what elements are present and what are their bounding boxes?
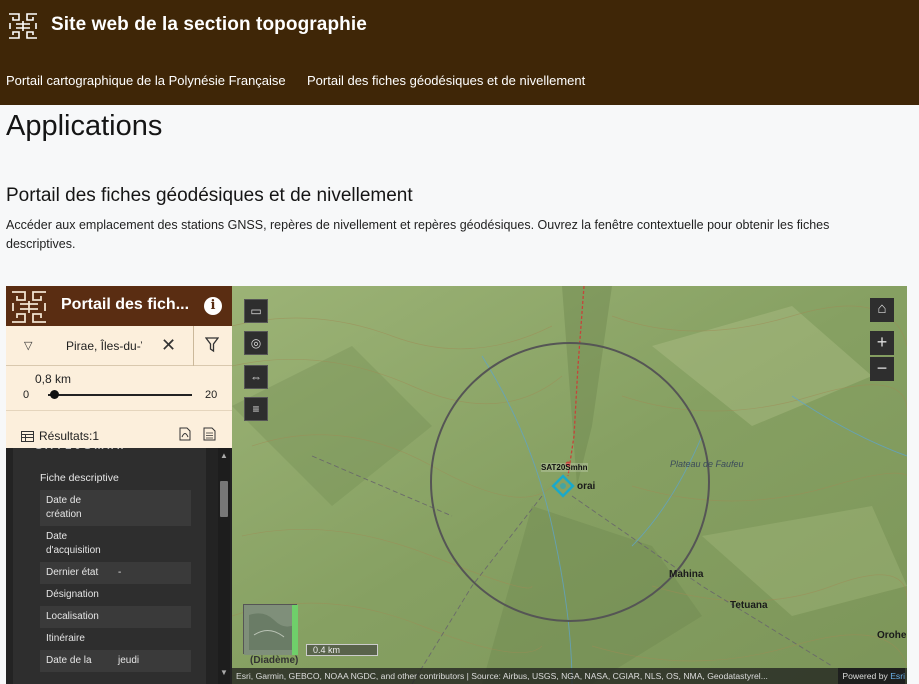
feature-title-cut: S A T 2 0 S m h n (35, 448, 123, 452)
attr-key: Désignation (46, 589, 99, 600)
slider-min-label: 0 (23, 389, 30, 401)
map-view[interactable]: ▭ ◎ ⇔ ≡ ⌂ + − SAT20Smhn orai Plateau de … (232, 286, 907, 684)
nav-link-portail-fiches[interactable]: Portail des fiches géodésiques et de niv… (307, 73, 585, 88)
scroll-up-icon[interactable]: ▲ (220, 451, 228, 460)
place-label-plateau: Plateau de Faufeu (670, 459, 744, 469)
layer-list-button[interactable]: ≡ (244, 397, 268, 421)
place-label-orai: orai (577, 481, 596, 492)
slider-track[interactable] (48, 394, 192, 396)
measure-button[interactable]: ⇔ (244, 365, 268, 389)
table-row: Date de création (40, 490, 191, 526)
site-header: Site web de la section topographie Porta… (0, 0, 919, 105)
attribution-text: Esri, Garmin, GEBCO, NOAA NGDC, and othe… (236, 671, 768, 681)
export-pdf-icon[interactable] (179, 427, 191, 441)
section-title: Portail des fiches géodésiques et de niv… (6, 185, 413, 206)
esri-link[interactable]: Esri (890, 671, 905, 681)
search-bar: ▽ Pirae, Îles-du-V ✕ (6, 326, 232, 366)
basemap-gallery-button[interactable]: ▭ (244, 299, 268, 323)
attr-value (112, 490, 191, 526)
section-description: Accéder aux emplacement des stations GNS… (6, 218, 830, 251)
panel-header: Portail des fich... i (6, 286, 232, 326)
overview-map[interactable] (243, 604, 298, 655)
results-bar: Résultats:1 (6, 410, 232, 448)
fiche-descriptive-label: Fiche descriptive (40, 472, 119, 484)
attr-value: jeudi (118, 655, 140, 666)
app-logo-icon (12, 291, 46, 323)
table-row: Date d'acquisition (40, 526, 191, 562)
slider-thumb[interactable] (49, 390, 59, 399)
map-attribution: Esri, Garmin, GEBCO, NOAA NGDC, and othe… (232, 668, 907, 684)
feature-card: S A T 2 0 S m h n Fiche descriptive Date… (13, 448, 206, 684)
attr-value (112, 606, 191, 628)
table-row: Date de la jeudi (40, 650, 191, 672)
place-label-tetuana: Tetuana (730, 600, 768, 611)
app-title: Portail des fich... (61, 296, 190, 313)
clear-search-icon[interactable]: ✕ (161, 335, 176, 356)
export-csv-icon[interactable] (203, 427, 216, 441)
table-row: Dernier état - (40, 562, 191, 584)
scroll-down-icon[interactable]: ▼ (220, 668, 228, 677)
site-title[interactable]: Site web de la section topographie (51, 14, 367, 36)
scrollbar-thumb[interactable] (220, 481, 228, 517)
attr-value (112, 584, 191, 606)
topographic-basemap (232, 286, 907, 684)
powered-prefix: Powered by (842, 671, 891, 681)
locate-button[interactable]: ◎ (244, 331, 268, 355)
overview-label: (Diadème) (250, 655, 299, 666)
divider (193, 326, 194, 366)
slider-value-label: 0,8 km (35, 372, 72, 386)
distance-slider: 0,8 km 0 20 (6, 366, 232, 410)
place-label-mahina: Mahina (669, 569, 704, 580)
chevron-down-icon[interactable]: ▽ (24, 339, 32, 352)
zoom-in-button[interactable]: + (870, 331, 894, 355)
attribute-table: Date de création Date d'acquisition Dern… (40, 490, 191, 672)
attr-value (112, 526, 191, 562)
table-row: Désignation (40, 584, 191, 606)
attr-key: Localisation (46, 611, 99, 622)
embedded-map-app: Portail des fich... i ▽ Pirae, Îles-du-V… (6, 286, 907, 684)
home-icon[interactable]: ⌂ (870, 298, 894, 322)
nav-link-portail-cartographique[interactable]: Portail cartographique de la Polynésie F… (6, 73, 286, 88)
zoom-out-button[interactable]: − (870, 357, 894, 381)
table-row: Itinéraire (40, 628, 191, 650)
side-panel: Portail des fich... i ▽ Pirae, Îles-du-V… (6, 286, 232, 684)
site-logo-icon[interactable] (7, 11, 39, 41)
station-label: SAT20Smhn (541, 463, 588, 472)
attr-key: Date de la (46, 655, 92, 666)
results-count: Résultats:1 (39, 429, 100, 443)
page-title: Applications (6, 110, 163, 142)
attr-key: Date d'acquisition (46, 531, 101, 556)
attr-value (112, 628, 191, 650)
table-icon[interactable] (21, 431, 34, 442)
attr-value: - (118, 567, 122, 578)
info-icon[interactable]: i (204, 297, 222, 315)
powered-by: Powered by Esri (838, 668, 905, 684)
slider-max-label: 20 (205, 389, 218, 401)
attr-key: Date de création (46, 495, 82, 520)
scale-bar: 0.4 km (306, 644, 378, 656)
search-input[interactable]: Pirae, Îles-du-V (66, 339, 142, 353)
filter-icon[interactable] (205, 337, 219, 353)
attr-key: Itinéraire (46, 633, 85, 644)
table-row: Localisation (40, 606, 191, 628)
attr-key: Dernier état (46, 567, 99, 578)
place-label-orohe: Orohe (877, 630, 907, 641)
results-list: S A T 2 0 S m h n Fiche descriptive Date… (6, 448, 232, 684)
